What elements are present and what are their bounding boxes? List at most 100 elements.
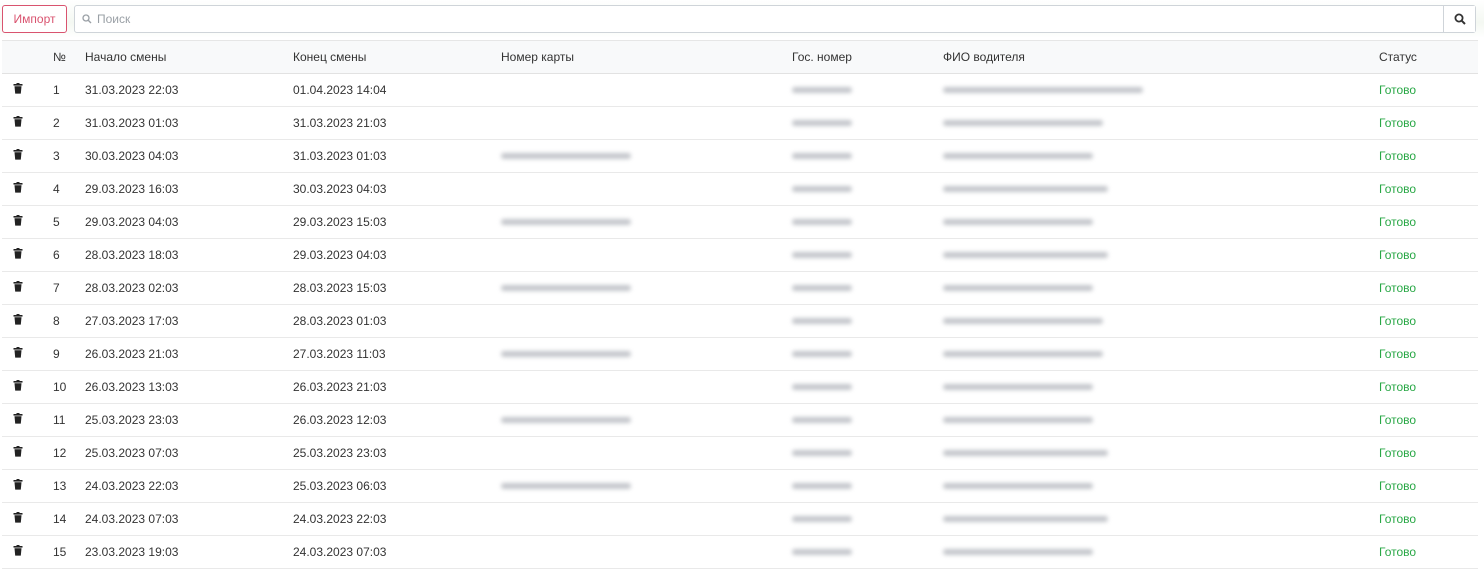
column-header-status[interactable]: Статус <box>1379 41 1469 73</box>
delete-button[interactable] <box>8 107 28 139</box>
row-number: 6 <box>53 248 60 262</box>
table-row[interactable]: 12 25.03.2023 07:03 25.03.2023 23:03 Готово <box>2 437 1478 470</box>
row-number: 5 <box>53 215 60 229</box>
table-row[interactable]: 5 29.03.2023 04:03 29.03.2023 15:03 Готово <box>2 206 1478 239</box>
trash-icon <box>13 149 23 163</box>
column-header-driver-name[interactable]: ФИО водителя <box>943 41 1363 73</box>
search-input[interactable] <box>95 6 1443 32</box>
search-icon <box>1454 13 1466 25</box>
trash-icon <box>13 281 23 295</box>
delete-button[interactable] <box>8 338 28 370</box>
card-number-redacted <box>501 107 781 139</box>
delete-button[interactable] <box>8 173 28 205</box>
trash-icon <box>13 512 23 526</box>
status-badge: Готово <box>1379 512 1417 526</box>
table-header: № Начало смены Конец смены Номер карты Г… <box>2 41 1478 74</box>
row-number: 7 <box>53 281 60 295</box>
card-number-redacted <box>501 272 781 304</box>
plate-number-redacted <box>792 140 932 172</box>
delete-button[interactable] <box>8 239 28 271</box>
row-number: 4 <box>53 182 60 196</box>
shift-end: 29.03.2023 04:03 <box>293 248 387 262</box>
driver-name-redacted <box>943 305 1363 337</box>
table-row[interactable]: 6 28.03.2023 18:03 29.03.2023 04:03 Готово <box>2 239 1478 272</box>
import-button[interactable]: Импорт <box>2 5 67 33</box>
delete-button[interactable] <box>8 371 28 403</box>
row-number: 12 <box>53 446 67 460</box>
status-badge: Готово <box>1379 116 1417 130</box>
driver-name-redacted <box>943 107 1363 139</box>
trash-icon <box>13 314 23 328</box>
table-row[interactable]: 8 27.03.2023 17:03 28.03.2023 01:03 Готово <box>2 305 1478 338</box>
delete-button[interactable] <box>8 140 28 172</box>
shift-end: 01.04.2023 14:04 <box>293 83 387 97</box>
status-badge: Готово <box>1379 248 1417 262</box>
card-number-redacted <box>501 470 781 502</box>
driver-name-redacted <box>943 437 1363 469</box>
shift-start: 25.03.2023 07:03 <box>85 446 179 460</box>
row-number: 10 <box>53 380 67 394</box>
card-number-redacted <box>501 140 781 172</box>
delete-button[interactable] <box>8 437 28 469</box>
driver-name-redacted <box>943 470 1363 502</box>
shift-start: 24.03.2023 07:03 <box>85 512 179 526</box>
plate-number-redacted <box>792 371 932 403</box>
delete-button[interactable] <box>8 206 28 238</box>
column-header-number[interactable]: № <box>53 41 78 73</box>
shift-start: 25.03.2023 23:03 <box>85 413 179 427</box>
column-header-shift-start[interactable]: Начало смены <box>85 41 285 73</box>
delete-button[interactable] <box>8 305 28 337</box>
table-row[interactable]: 3 30.03.2023 04:03 31.03.2023 01:03 Готово <box>2 140 1478 173</box>
plate-number-redacted <box>792 437 932 469</box>
column-header-card-number[interactable]: Номер карты <box>501 41 781 73</box>
table-row[interactable]: 11 25.03.2023 23:03 26.03.2023 12:03 Готово <box>2 404 1478 437</box>
delete-button[interactable] <box>8 470 28 502</box>
delete-button[interactable] <box>8 272 28 304</box>
table-row[interactable]: 2 31.03.2023 01:03 31.03.2023 21:03 Готово <box>2 107 1478 140</box>
table-row[interactable]: 4 29.03.2023 16:03 30.03.2023 04:03 Готово <box>2 173 1478 206</box>
delete-button[interactable] <box>8 404 28 436</box>
driver-name-redacted <box>943 206 1363 238</box>
driver-name-redacted <box>943 404 1363 436</box>
delete-button[interactable] <box>8 536 28 568</box>
row-number: 9 <box>53 347 60 361</box>
shift-end: 24.03.2023 22:03 <box>293 512 387 526</box>
shift-end: 30.03.2023 04:03 <box>293 182 387 196</box>
trash-icon <box>13 116 23 130</box>
search-button[interactable] <box>1443 6 1475 32</box>
column-header-shift-end[interactable]: Конец смены <box>293 41 493 73</box>
row-number: 2 <box>53 116 60 130</box>
row-number: 14 <box>53 512 67 526</box>
delete-button[interactable] <box>8 74 28 106</box>
trash-icon <box>13 248 23 262</box>
table-row[interactable]: 13 24.03.2023 22:03 25.03.2023 06:03 Готово <box>2 470 1478 503</box>
status-badge: Готово <box>1379 413 1417 427</box>
table-row[interactable]: 7 28.03.2023 02:03 28.03.2023 15:03 Готово <box>2 272 1478 305</box>
card-number-redacted <box>501 173 781 205</box>
card-number-redacted <box>501 206 781 238</box>
table-row[interactable]: 9 26.03.2023 21:03 27.03.2023 11:03 Готово <box>2 338 1478 371</box>
table-row[interactable]: 15 23.03.2023 19:03 24.03.2023 07:03 Готово <box>2 536 1478 569</box>
row-number: 8 <box>53 314 60 328</box>
table-row[interactable]: 10 26.03.2023 13:03 26.03.2023 21:03 Готово <box>2 371 1478 404</box>
driver-name-redacted <box>943 74 1363 106</box>
status-badge: Готово <box>1379 149 1417 163</box>
card-number-redacted <box>501 437 781 469</box>
trash-icon <box>13 380 23 394</box>
shift-start: 27.03.2023 17:03 <box>85 314 179 328</box>
delete-button[interactable] <box>8 503 28 535</box>
shift-end: 29.03.2023 15:03 <box>293 215 387 229</box>
row-number: 11 <box>53 413 66 427</box>
table-row[interactable]: 1 31.03.2023 22:03 01.04.2023 14:04 Готово <box>2 74 1478 107</box>
shift-start: 30.03.2023 04:03 <box>85 149 179 163</box>
driver-name-redacted <box>943 140 1363 172</box>
driver-name-redacted <box>943 272 1363 304</box>
plate-number-redacted <box>792 173 932 205</box>
table-row[interactable]: 14 24.03.2023 07:03 24.03.2023 22:03 Готово <box>2 503 1478 536</box>
plate-number-redacted <box>792 536 932 568</box>
column-header-plate-number[interactable]: Гос. номер <box>792 41 932 73</box>
plate-number-redacted <box>792 272 932 304</box>
plate-number-redacted <box>792 404 932 436</box>
status-badge: Готово <box>1379 281 1417 295</box>
driver-name-redacted <box>943 536 1363 568</box>
